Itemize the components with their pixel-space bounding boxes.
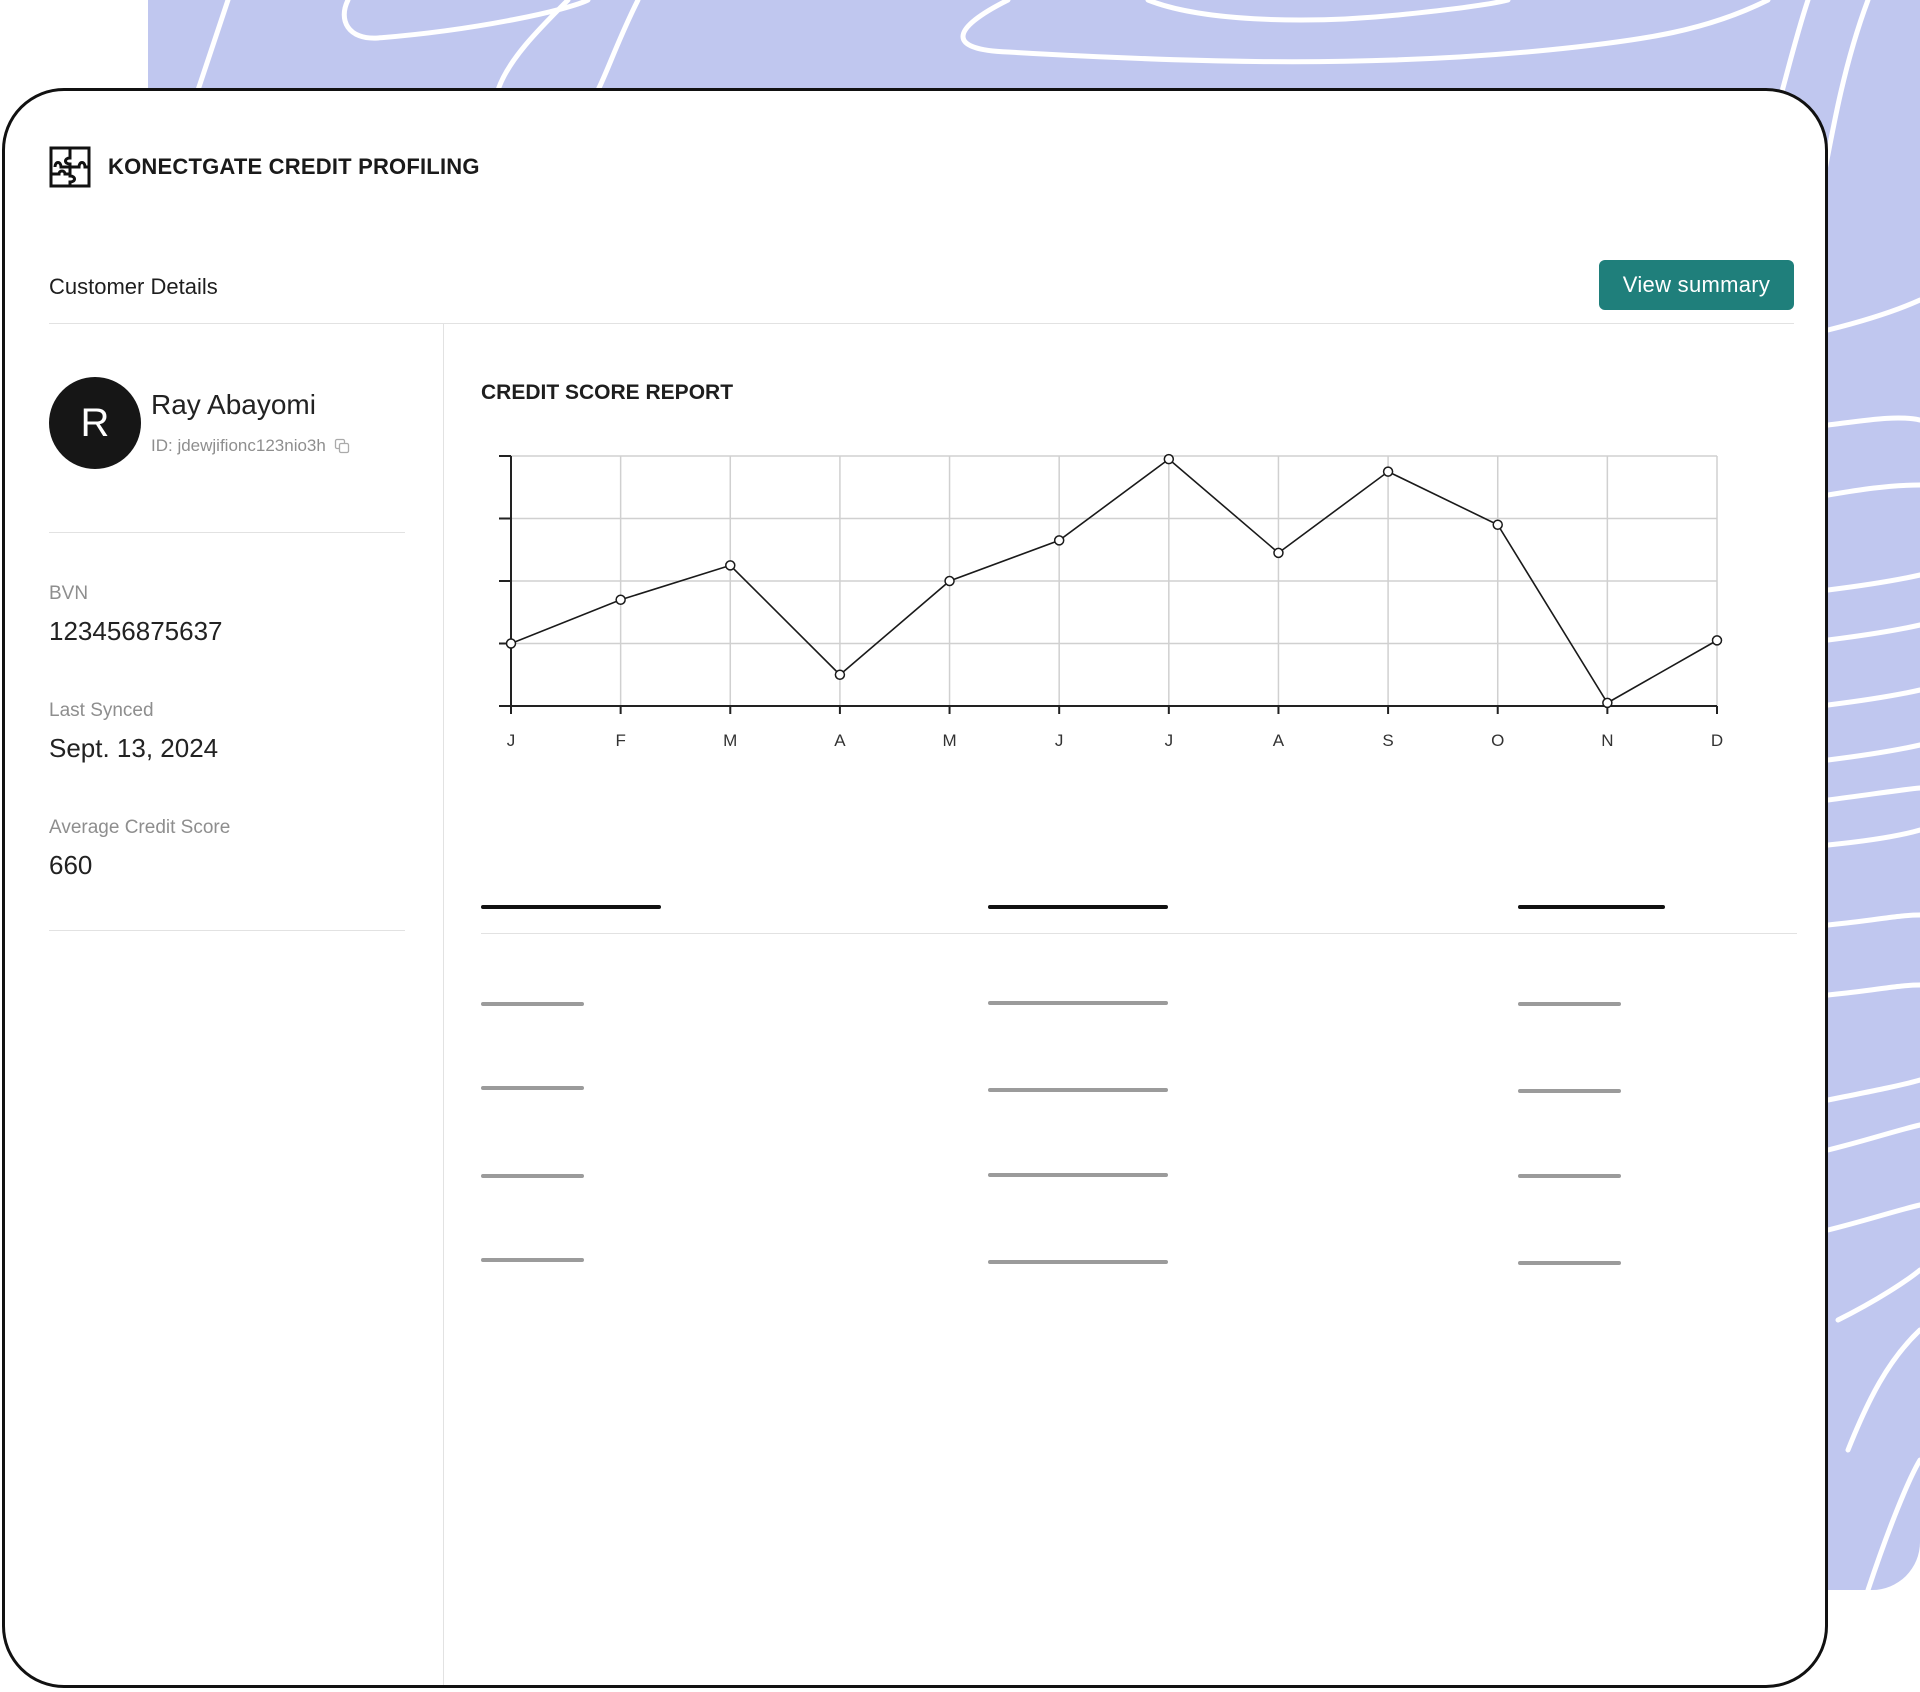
view-summary-button[interactable]: View summary <box>1599 260 1794 310</box>
data-point <box>1602 697 1613 709</box>
data-point <box>1711 635 1723 646</box>
x-tick-label: A <box>1273 731 1285 750</box>
table-cell-placeholder <box>1518 1002 1621 1006</box>
customer-name: Ray Abayomi <box>151 389 316 420</box>
copy-icon[interactable] <box>334 438 350 454</box>
x-tick-label: J <box>507 731 516 750</box>
table-header-placeholder <box>481 905 661 909</box>
table-cell-placeholder <box>1518 1089 1621 1093</box>
puzzle-logo-icon <box>49 146 91 188</box>
x-tick-label: A <box>834 731 846 750</box>
data-point <box>1273 547 1284 559</box>
table-cell-placeholder <box>988 1001 1168 1005</box>
header-divider <box>49 323 1794 324</box>
app-window: KONECTGATE CREDIT PROFILING Customer Det… <box>2 88 1828 1688</box>
brand: KONECTGATE CREDIT PROFILING <box>49 146 480 188</box>
bvn-value: 123456875637 <box>49 616 223 646</box>
brand-title: KONECTGATE CREDIT PROFILING <box>108 154 480 179</box>
data-point <box>1492 519 1503 530</box>
last-synced-value: Sept. 13, 2024 <box>49 733 219 763</box>
section-title: Customer Details <box>49 274 218 299</box>
sidebar-divider <box>443 324 444 1685</box>
bvn-label: BVN <box>49 583 89 604</box>
table-cell-placeholder <box>481 1086 584 1090</box>
profile-divider <box>49 532 405 533</box>
data-point <box>944 575 955 587</box>
data-point <box>1053 535 1065 546</box>
table-divider <box>481 933 1797 934</box>
table-header-placeholder <box>988 905 1168 909</box>
chart-title: CREDIT SCORE REPORT <box>481 381 734 404</box>
x-tick-label: F <box>615 731 625 750</box>
data-point <box>834 669 846 680</box>
table-cell-placeholder <box>988 1173 1168 1177</box>
data-point <box>1163 453 1175 465</box>
average-score-label: Average Credit Score <box>49 817 231 838</box>
details-divider <box>49 930 405 931</box>
average-score-value: 660 <box>49 850 93 880</box>
x-tick-label: S <box>1382 731 1393 750</box>
data-point <box>725 560 736 571</box>
customer-id-row: ID: jdewjifionc123nio3h <box>151 436 350 456</box>
avatar: R <box>49 377 141 469</box>
credit-score-chart: JFMAMJJASOND <box>481 453 1741 776</box>
data-point <box>615 594 626 605</box>
table-cell-placeholder <box>481 1258 584 1262</box>
table-cell-placeholder <box>481 1174 584 1178</box>
table-cell-placeholder <box>988 1260 1168 1264</box>
x-tick-label: M <box>723 731 737 750</box>
customer-id: ID: jdewjifionc123nio3h <box>151 436 326 455</box>
table-header-placeholder <box>1518 905 1665 909</box>
chart-svg: JFMAMJJASOND <box>499 453 1723 750</box>
x-tick-label: M <box>942 731 956 750</box>
data-point <box>1382 466 1394 477</box>
table-cell-placeholder <box>1518 1261 1621 1265</box>
x-tick-label: D <box>1711 731 1723 750</box>
table-cell-placeholder <box>481 1002 584 1006</box>
data-point <box>505 638 517 649</box>
x-tick-label: J <box>1165 731 1174 750</box>
x-tick-label: J <box>1055 731 1064 750</box>
table-cell-placeholder <box>1518 1174 1621 1178</box>
last-synced-label: Last Synced <box>49 700 154 721</box>
table-cell-placeholder <box>988 1088 1168 1092</box>
x-tick-label: O <box>1491 731 1504 750</box>
x-tick-label: N <box>1601 731 1613 750</box>
